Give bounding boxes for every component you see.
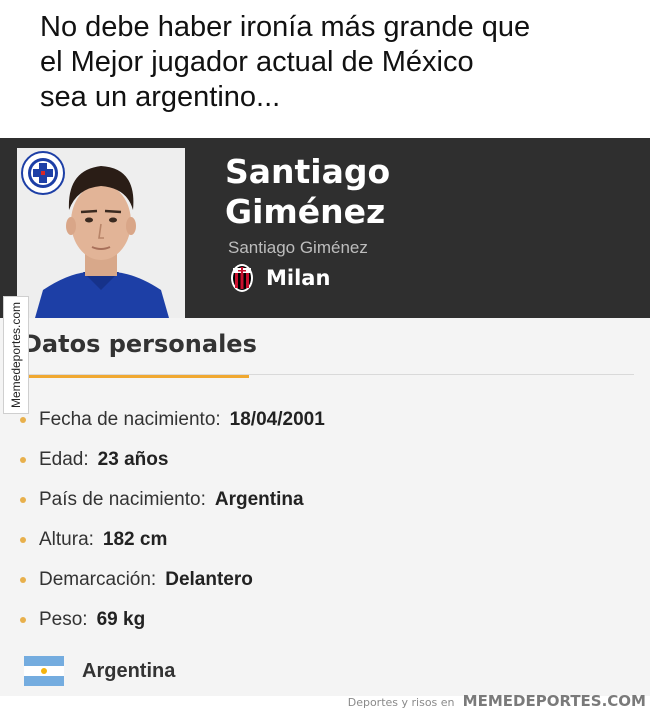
bullet-icon: [20, 457, 26, 463]
player-name-last: Giménez: [225, 192, 386, 231]
bullet-icon: [20, 577, 26, 583]
player-photo: [17, 148, 185, 318]
bullet-icon: [20, 537, 26, 543]
side-watermark: Memedeportes.com: [3, 296, 29, 414]
footer-watermark-brand: MEMEDEPORTES.COM: [462, 692, 646, 710]
meme-caption: No debe haber ironía más grande que el M…: [40, 10, 640, 115]
facts-list: Fecha de nacimiento: 18/04/2001 Edad: 23…: [20, 400, 620, 640]
fact-value: 23 años: [97, 449, 169, 470]
fact-height: Altura: 182 cm: [20, 520, 620, 560]
fact-label: Demarcación:: [39, 569, 157, 590]
nationality-row[interactable]: Argentina: [24, 656, 175, 686]
fact-birth-date: Fecha de nacimiento: 18/04/2001: [20, 400, 620, 440]
nationality-label: Argentina: [82, 659, 176, 682]
argentina-flag-icon: [24, 656, 64, 686]
fact-value: 182 cm: [102, 529, 168, 550]
fact-value: Delantero: [165, 569, 253, 590]
side-watermark-text: Memedeportes.com: [9, 301, 23, 409]
caption-line-2: el Mejor jugador actual de México: [40, 46, 474, 78]
player-name: Santiago Giménez: [225, 152, 390, 232]
section-accent-bar: [22, 375, 249, 378]
fact-weight: Peso: 69 kg: [20, 600, 620, 640]
bullet-icon: [20, 497, 26, 503]
fact-birth-country: País de nacimiento: Argentina: [20, 480, 620, 520]
caption-line-1: No debe haber ironía más grande que: [40, 11, 531, 43]
section-title: Datos personales: [22, 330, 257, 358]
bullet-icon: [20, 617, 26, 623]
fact-value: 18/04/2001: [229, 409, 325, 430]
fact-label: País de nacimiento:: [39, 489, 206, 510]
footer-watermark-small: Deportes y risos en: [347, 696, 455, 709]
bullet-icon: [20, 417, 26, 423]
player-full-name: Santiago Giménez: [228, 238, 368, 257]
club-row[interactable]: Milan: [230, 262, 330, 294]
fact-value: 69 kg: [96, 609, 146, 630]
footer-watermark: Deportes y risos en MEMEDEPORTES.COM: [348, 692, 646, 710]
fact-age: Edad: 23 años: [20, 440, 620, 480]
fact-value: Argentina: [214, 489, 304, 510]
fact-label: Edad:: [39, 449, 89, 470]
fact-label: Peso:: [39, 609, 88, 630]
fact-label: Altura:: [39, 529, 94, 550]
caption-line-3: sea un argentino...: [40, 81, 281, 113]
cruz-azul-crest-icon: [21, 151, 65, 195]
player-name-first: Santiago: [225, 152, 391, 191]
fact-position: Demarcación: Delantero: [20, 560, 620, 600]
fact-label: Fecha de nacimiento:: [39, 409, 221, 430]
club-name: Milan: [266, 266, 331, 290]
milan-crest-icon: [231, 264, 253, 292]
